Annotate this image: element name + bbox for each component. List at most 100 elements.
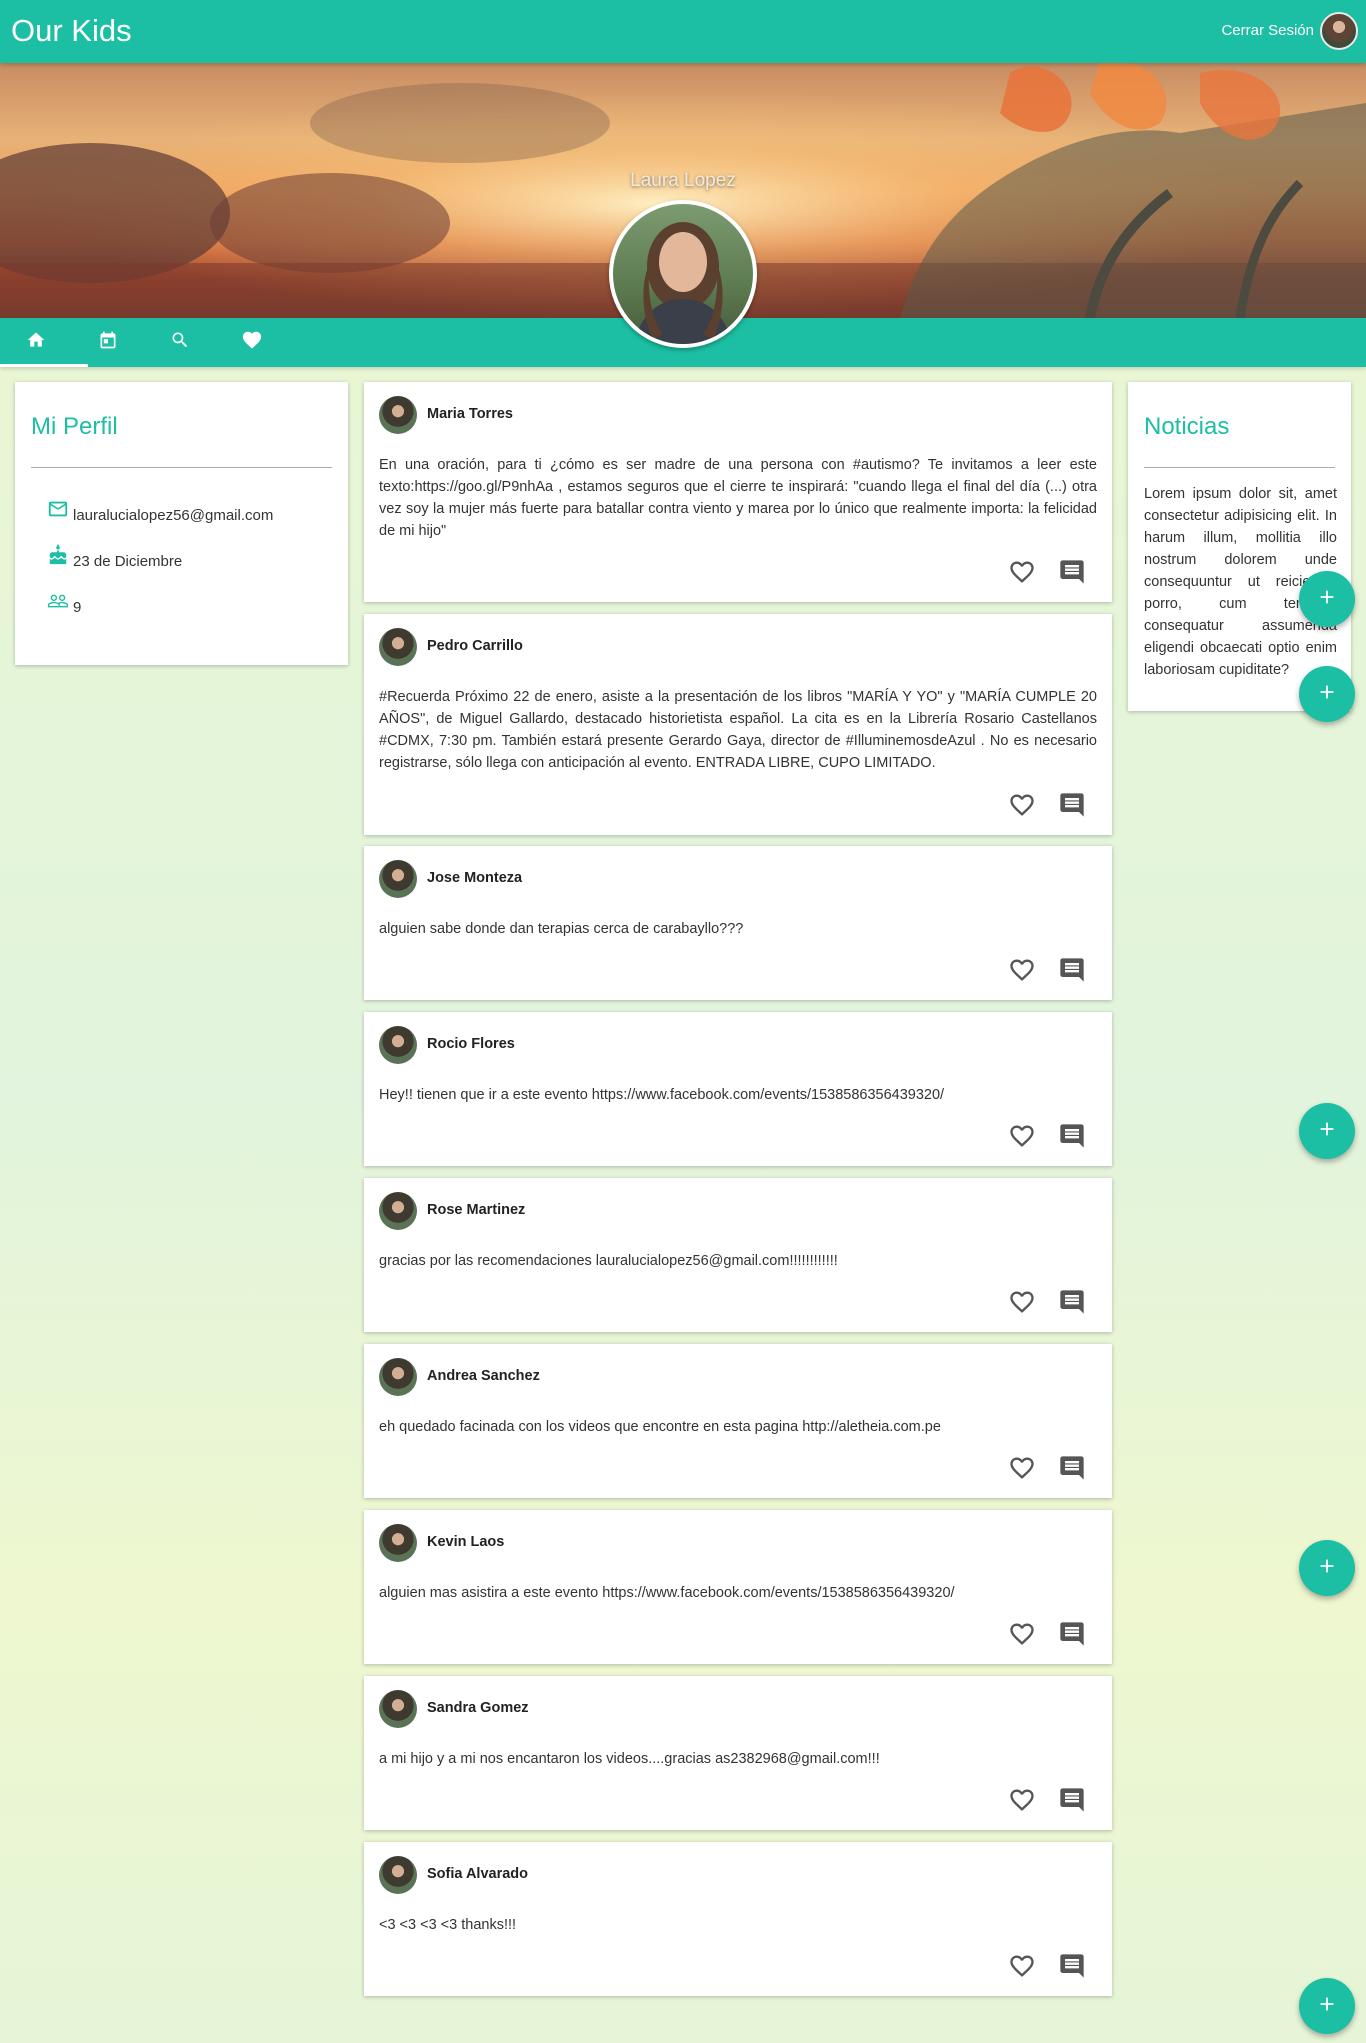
post-card: Maria Torres En una oración, para ti ¿cóm… [364,382,1112,602]
post-card: Andrea Sanchez eh quedado facinada con lo… [364,1344,1112,1498]
profile-card-title: Mi Perfil [31,413,118,440]
post-card: Sandra Gomez a mi hijo y a mi nos encanta… [364,1676,1112,1830]
add-button[interactable] [1299,571,1355,627]
tab-search[interactable] [144,318,216,367]
post-text: <3 <3 <3 <3 thanks!!! [379,1917,517,1933]
like-button[interactable] [1008,1290,1036,1318]
news-card-title: Noticias [1144,413,1230,440]
comment-button[interactable] [1058,1122,1086,1155]
add-button[interactable] [1299,1978,1355,2034]
post-author-name[interactable]: Jose Monteza [427,870,522,886]
post-card: Rose Martinez gracias por las recomendaci… [364,1178,1112,1332]
profile-card: Mi Perfil lauralucialopez56@gmail.com 23… [15,382,348,665]
profile-friends-count: 9 [73,599,82,616]
add-button[interactable] [1299,1103,1355,1159]
post-card: Kevin Laos alguien mas asistira a este ev… [364,1510,1112,1664]
comment-icon [1058,1952,1086,1985]
mail-icon [47,498,69,524]
post-card: Sofia Alvarado <3 <3 <3 <3 thanks!!! [364,1842,1112,1996]
heart-outline-icon [1008,1122,1036,1155]
post-text: gracias por las recomendaciones lauraluc… [379,1253,838,1269]
comment-button[interactable] [1058,1454,1086,1487]
like-button[interactable] [1008,1124,1036,1152]
like-button[interactable] [1008,793,1036,821]
comment-icon [1058,1122,1086,1155]
like-button[interactable] [1008,1622,1036,1650]
profile-email-row: lauralucialopez56@gmail.com [47,498,273,524]
news-card: Noticias Lorem ipsum dolor sit, amet con… [1128,382,1351,711]
heart-outline-icon [1008,1786,1036,1819]
post-author-avatar[interactable] [379,1856,417,1894]
user-avatar[interactable] [1320,12,1358,50]
heart-outline-icon [1008,791,1036,824]
post-author-name[interactable]: Sofia Alvarado [427,1866,528,1882]
divider [1144,467,1335,468]
post-text: En una oración, para ti ¿cómo es ser mad… [379,457,1097,539]
profile-avatar[interactable] [609,200,757,348]
post-text: a mi hijo y a mi nos encantaron los vide… [379,1751,880,1767]
comment-icon [1058,1454,1086,1487]
post-author-avatar[interactable] [379,396,417,434]
comment-button[interactable] [1058,1952,1086,1985]
people-icon [47,590,69,616]
top-app-bar: Our Kids Cerrar Sesión [0,0,1366,63]
heart-outline-icon [1008,558,1036,591]
comment-icon [1058,791,1086,824]
like-button[interactable] [1008,1788,1036,1816]
plus-icon [1316,1993,1338,2020]
post-author-name[interactable]: Sandra Gomez [427,1700,529,1716]
post-author-avatar[interactable] [379,628,417,666]
heart-outline-icon [1008,1952,1036,1985]
cake-icon [47,544,69,570]
post-card: Pedro Carrillo #Recuerda Próximo 22 de en… [364,614,1112,835]
add-button[interactable] [1299,1540,1355,1596]
post-author-avatar[interactable] [379,860,417,898]
post-author-avatar[interactable] [379,1358,417,1396]
like-button[interactable] [1008,560,1036,588]
comment-button[interactable] [1058,1787,1086,1816]
tab-favorites[interactable] [216,318,288,367]
post-author-avatar[interactable] [379,1524,417,1562]
plus-icon [1316,1118,1338,1145]
comment-icon [1058,1620,1086,1653]
post-author-name[interactable]: Pedro Carrillo [427,638,523,654]
comment-button[interactable] [1058,1289,1086,1318]
like-button[interactable] [1008,958,1036,986]
comment-button[interactable] [1058,791,1086,824]
add-button[interactable] [1299,666,1355,722]
like-button[interactable] [1008,1954,1036,1982]
post-author-avatar[interactable] [379,1026,417,1064]
profile-friends-row: 9 [47,590,81,616]
post-text: #Recuerda Próximo 22 de enero, asiste a … [379,689,1097,771]
post-author-name[interactable]: Kevin Laos [427,1534,504,1550]
profile-birthday: 23 de Diciembre [73,553,183,570]
search-icon [170,330,190,355]
logout-button[interactable]: Cerrar Sesión [1221,22,1314,39]
post-author-name[interactable]: Rocio Flores [427,1036,515,1052]
heart-icon [241,329,263,356]
comment-button[interactable] [1058,559,1086,588]
plus-icon [1316,681,1338,708]
post-text: eh quedado facinada con los videos que e… [379,1419,941,1435]
like-button[interactable] [1008,1456,1036,1484]
plus-icon [1316,1555,1338,1582]
post-author-name[interactable]: Maria Torres [427,406,513,422]
heart-outline-icon [1008,1288,1036,1321]
divider [31,467,332,468]
home-icon [26,330,46,355]
post-text: alguien sabe donde dan terapias cerca de… [379,921,744,937]
profile-email: lauralucialopez56@gmail.com [73,507,274,524]
post-author-avatar[interactable] [379,1690,417,1728]
tab-calendar[interactable] [72,318,144,367]
post-text: Hey!! tienen que ir a este evento https:… [379,1087,945,1103]
post-author-name[interactable]: Rose Martinez [427,1202,525,1218]
app-title[interactable]: Our Kids [11,13,132,49]
post-author-avatar[interactable] [379,1192,417,1230]
comment-button[interactable] [1058,1620,1086,1653]
profile-name: Laura Lopez [630,170,736,191]
post-card: Jose Monteza alguien sabe donde dan terap… [364,846,1112,1000]
comment-button[interactable] [1058,957,1086,986]
tab-home[interactable] [0,318,88,367]
heart-outline-icon [1008,1620,1036,1653]
post-author-name[interactable]: Andrea Sanchez [427,1368,540,1384]
